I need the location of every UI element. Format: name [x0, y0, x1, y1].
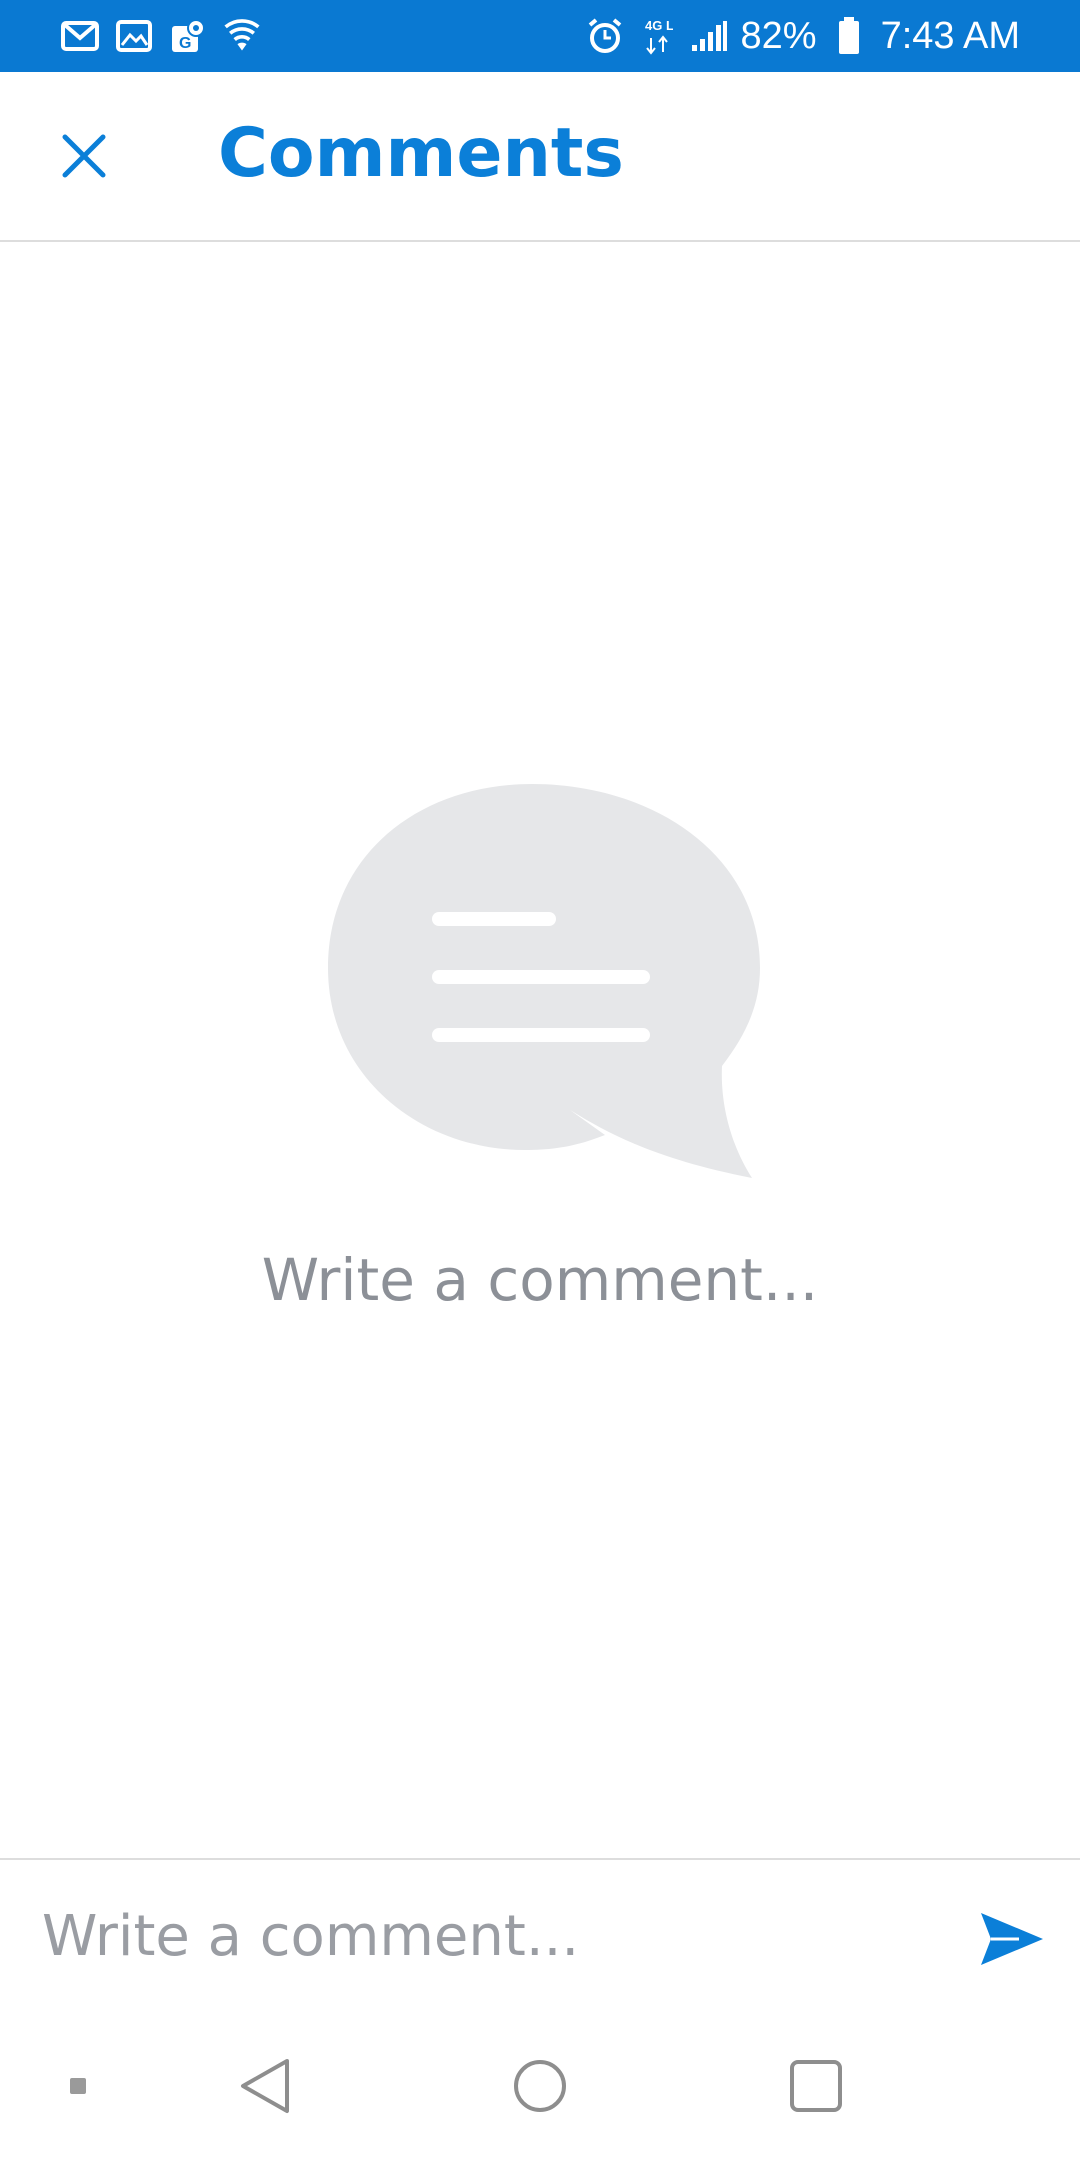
alarm-icon	[585, 16, 625, 56]
battery-icon	[829, 16, 869, 56]
system-status: 4G LTE 82% 7:43 AM	[585, 0, 1020, 72]
empty-state: Write a comment...	[0, 240, 1080, 1858]
home-button[interactable]	[508, 2054, 572, 2118]
wifi-icon	[222, 16, 262, 56]
send-icon	[981, 1913, 1043, 1965]
speech-bubble-icon	[328, 784, 760, 1178]
empty-state-message: Write a comment...	[261, 1246, 819, 1314]
recent-dot-button[interactable]	[46, 2054, 110, 2118]
recent-dot-icon	[70, 2078, 86, 2094]
battery-percent: 82%	[740, 14, 817, 57]
home-icon	[514, 2060, 566, 2112]
overview-icon	[790, 2060, 842, 2112]
send-button[interactable]	[972, 1904, 1052, 1974]
status-bar: G 4G LTE 82% 7:43 AM	[0, 0, 1080, 72]
comment-composer	[0, 1858, 1080, 2010]
back-button[interactable]	[232, 2054, 296, 2118]
network-label: 4G LTE	[645, 18, 673, 33]
signal-icon	[689, 16, 729, 56]
comment-input[interactable]	[40, 1888, 924, 1984]
system-nav-bar	[0, 2008, 1080, 2160]
close-button[interactable]	[48, 120, 120, 192]
gallery-icon	[114, 16, 154, 56]
overview-button[interactable]	[784, 2054, 848, 2118]
lte-icon: 4G LTE	[637, 16, 677, 56]
gmail-icon	[60, 16, 100, 56]
close-icon	[62, 134, 106, 178]
back-icon	[241, 2059, 289, 2113]
svg-text:G: G	[179, 35, 191, 52]
app-header: Comments	[0, 72, 1080, 242]
maps-icon: G	[168, 16, 208, 56]
notification-icons: G	[60, 0, 262, 72]
clock: 7:43 AM	[880, 14, 1020, 57]
page-title: Comments	[218, 114, 624, 193]
